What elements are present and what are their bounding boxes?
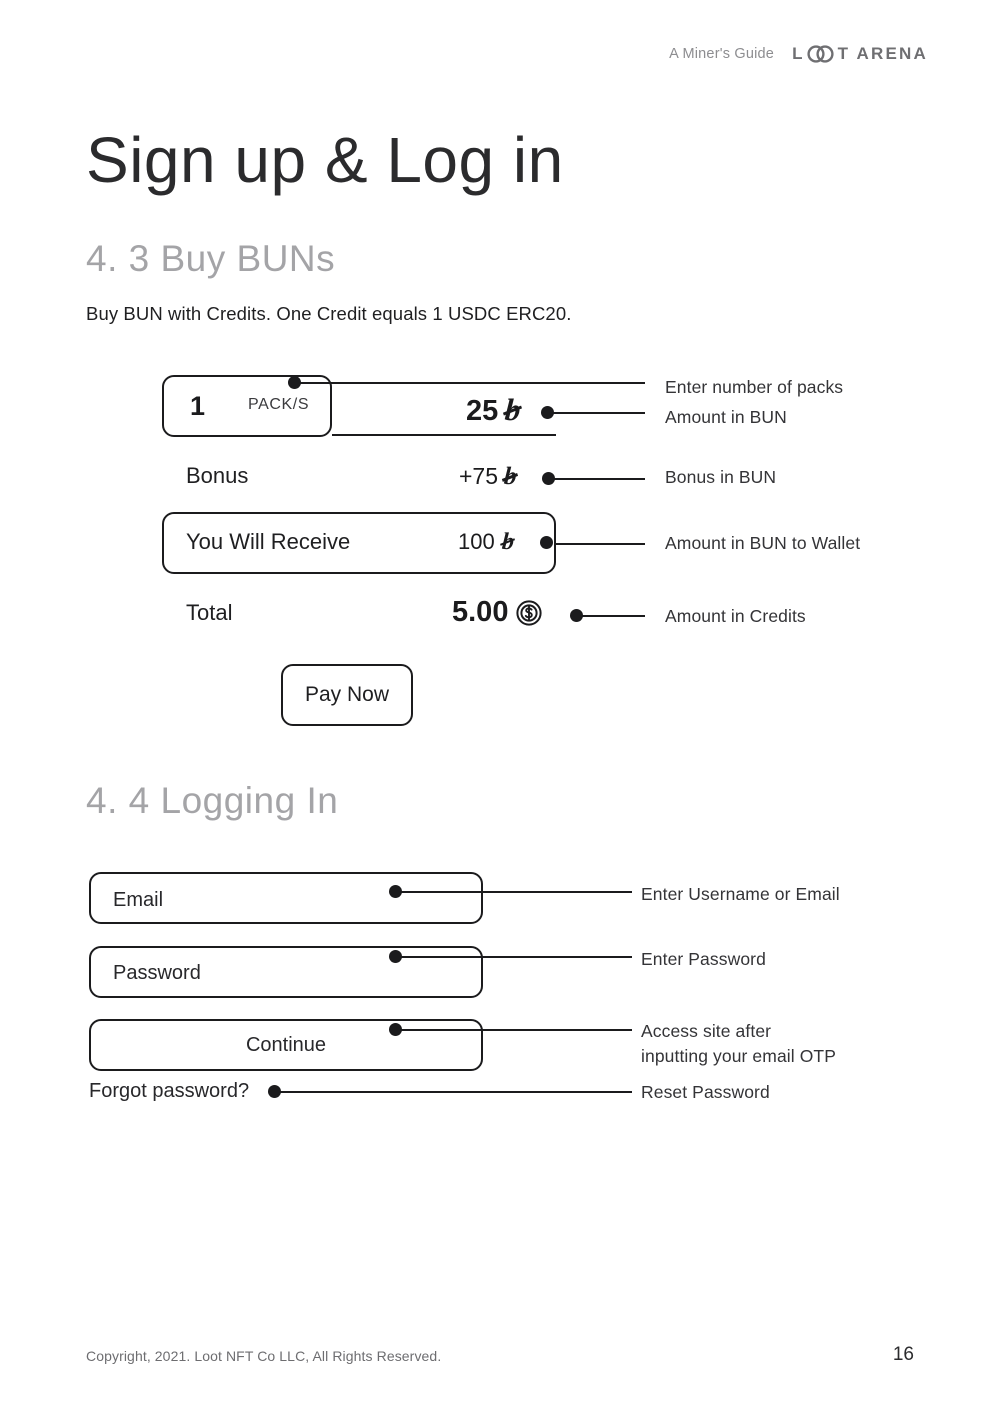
- logo-letter-l: L: [792, 44, 805, 63]
- email-input-placeholder: Email: [113, 889, 164, 911]
- callout-line-bonus: [553, 478, 645, 480]
- logo-interlocking-oo-icon: [806, 45, 836, 63]
- page-title: Sign up & Log in: [86, 124, 564, 196]
- callout-bonus-in-bun: Bonus in BUN: [665, 467, 777, 487]
- callout-line-receive: [554, 543, 645, 545]
- amount-in-bun-value: 25: [466, 395, 499, 427]
- bun-symbol-icon: b: [503, 463, 518, 490]
- bun-symbol-icon: b: [500, 529, 515, 555]
- continue-button-label: Continue: [245, 1034, 327, 1056]
- total-value: 5.00: [452, 596, 509, 628]
- credits-coin-icon: [516, 599, 543, 626]
- callout-line-continue: [397, 1029, 632, 1031]
- callout-line-packs: [300, 382, 645, 384]
- section-heading-logging-in: 4. 4 Logging In: [86, 780, 339, 821]
- guide-label: A Miner's Guide: [669, 46, 775, 62]
- bun-symbol-icon: b: [504, 392, 523, 427]
- callout-amount-in-bun: Amount in BUN: [665, 407, 787, 427]
- section-heading-buy-buns: 4. 3 Buy BUNs: [86, 238, 336, 279]
- callout-enter-username-or-email: Enter Username or Email: [641, 884, 840, 904]
- callout-amount-in-bun-to-wallet: Amount in BUN to Wallet: [665, 533, 861, 553]
- callout-line-forgot: [278, 1091, 632, 1093]
- document-page: A Miner's Guide L T ARENA Sign up & Log …: [0, 0, 1000, 1414]
- loot-arena-logo: L T ARENA: [792, 44, 928, 64]
- packs-quantity-value: 1: [190, 391, 206, 421]
- logo-text-arena: T ARENA: [837, 44, 928, 63]
- total-value-row: 5.00: [452, 596, 543, 629]
- callout-dot-email: [389, 885, 402, 898]
- callout-line-password: [397, 956, 632, 958]
- bonus-value-row: +75 b: [459, 463, 517, 491]
- callout-dot-bonus: [542, 472, 555, 485]
- callout-dot-total: [570, 609, 583, 622]
- callout-dot-forgot: [268, 1085, 281, 1098]
- footer-page-number: 16: [892, 1344, 914, 1365]
- you-will-receive-label: You Will Receive: [186, 529, 351, 554]
- intro-paragraph: Buy BUN with Credits. One Credit equals …: [86, 303, 572, 324]
- callout-line-total: [582, 615, 645, 617]
- callout-line-email: [397, 891, 632, 893]
- bonus-value: +75: [459, 463, 499, 489]
- callout-access-site-after-otp: Access site after inputting your email O…: [641, 1021, 836, 1067]
- bonus-label: Bonus: [186, 463, 249, 488]
- page-header: A Miner's Guide L T ARENA: [669, 44, 928, 64]
- callout-line-amount: [552, 412, 645, 414]
- callout-amount-in-credits: Amount in Credits: [665, 606, 806, 626]
- amount-row-underline: [332, 434, 556, 436]
- callout-reset-password: Reset Password: [641, 1082, 770, 1102]
- password-input-placeholder: Password: [113, 962, 201, 984]
- you-will-receive-row: 100 b: [458, 529, 515, 556]
- callout-dot-amount: [541, 406, 554, 419]
- amount-in-bun-row: 25 b: [466, 392, 523, 428]
- callout-dot-continue: [389, 1023, 402, 1036]
- callout-enter-number-of-packs: Enter number of packs: [665, 377, 844, 397]
- callout-dot-password: [389, 950, 402, 963]
- callout-enter-password: Enter Password: [641, 949, 766, 969]
- packs-unit-label: PACK/S: [248, 396, 310, 413]
- total-label: Total: [186, 600, 233, 625]
- you-will-receive-value: 100: [458, 529, 495, 554]
- forgot-password-link[interactable]: Forgot password?: [89, 1080, 249, 1103]
- pay-now-button-label: Pay Now: [304, 683, 390, 706]
- callout-dot-receive: [540, 536, 553, 549]
- footer-copyright: Copyright, 2021. Loot NFT Co LLC, All Ri…: [86, 1348, 442, 1364]
